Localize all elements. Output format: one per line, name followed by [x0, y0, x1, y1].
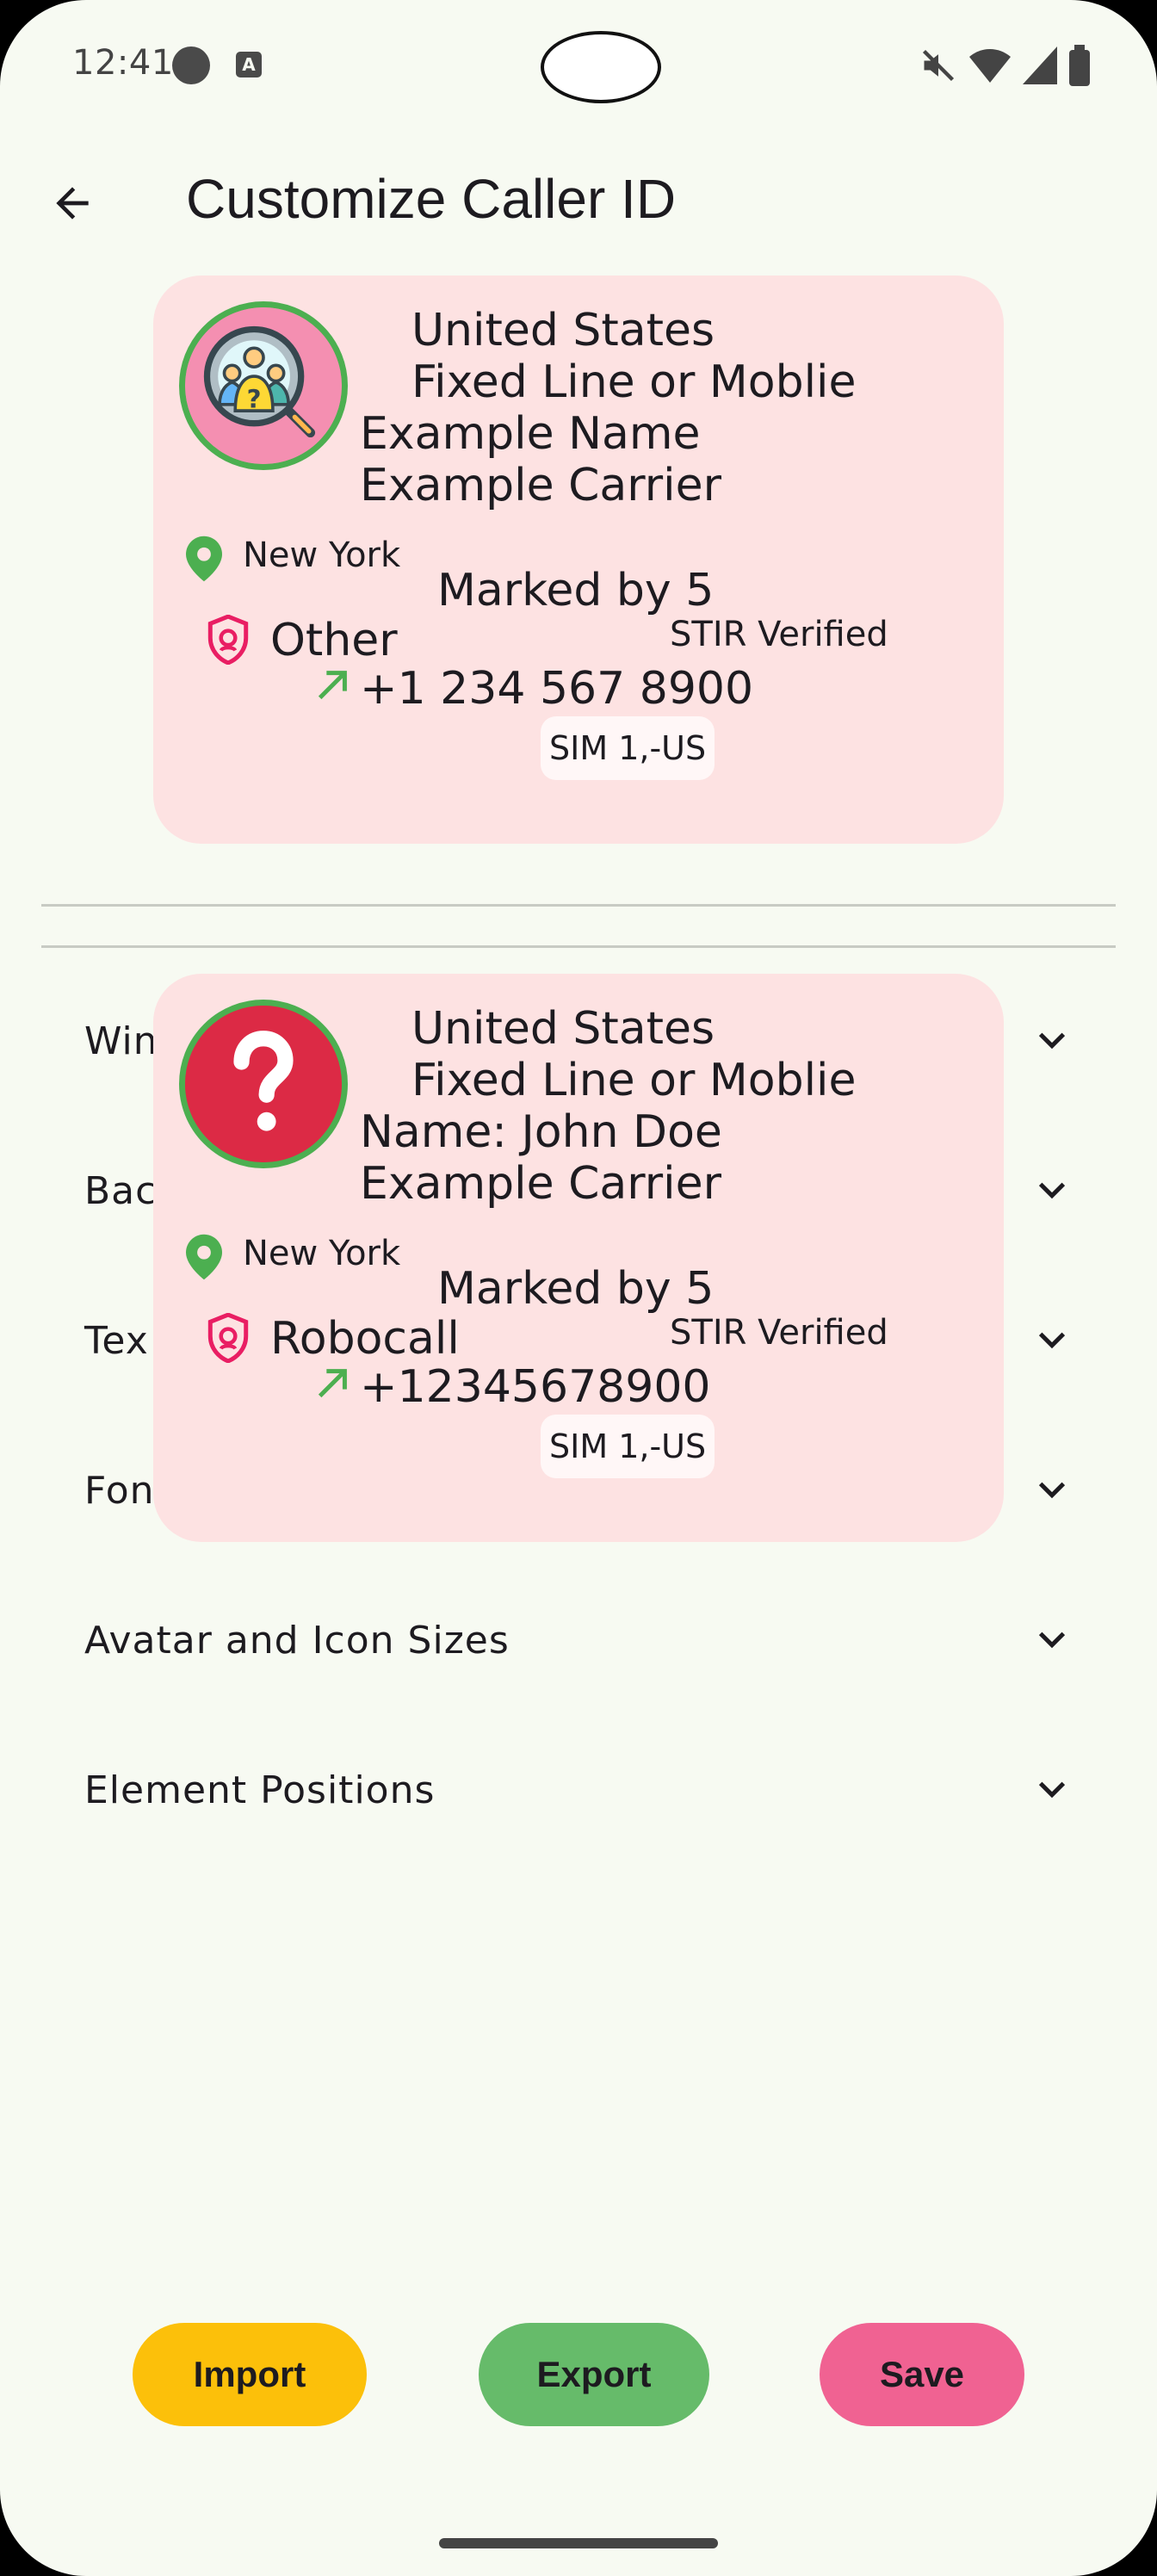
import-button[interactable]: Import — [133, 2323, 367, 2426]
phone-number: +1 234 567 8900 — [360, 663, 754, 715]
mute-icon — [922, 49, 955, 82]
caller-line-type: Fixed Line or Moblie — [411, 1055, 857, 1106]
caller-name: Name: John Doe — [360, 1106, 722, 1158]
status-time: 12:41 — [72, 43, 174, 83]
caller-name: Example Name — [360, 408, 701, 460]
wifi-icon — [969, 49, 1011, 83]
settings-row-label: Tex — [84, 1319, 149, 1363]
divider-top — [41, 904, 1116, 907]
divider-bottom — [41, 945, 1116, 948]
camera-cutout — [541, 31, 661, 103]
shield-icon — [207, 1313, 249, 1363]
sim-chip: SIM 1,-US — [541, 1415, 715, 1478]
chevron-down-icon — [1038, 1482, 1066, 1499]
settings-row-label: Element Positions — [84, 1768, 436, 1812]
caller-category: Robocall — [270, 1313, 460, 1365]
caller-avatar: ? — [179, 301, 348, 470]
caller-location: New York — [243, 536, 401, 575]
settings-row-element-positions[interactable]: Element Positions — [41, 1737, 1116, 1841]
notification-dot-icon — [172, 46, 210, 84]
caller-search-icon: ? — [185, 307, 342, 464]
caller-id-preview-card: ? United States Fixed Line or Moblie Exa… — [153, 276, 1004, 844]
back-button[interactable] — [38, 169, 107, 238]
home-indicator[interactable] — [439, 2538, 718, 2548]
shield-icon — [207, 615, 249, 665]
outgoing-call-arrow-icon — [318, 1369, 347, 1398]
phone-number: +12345678900 — [360, 1361, 711, 1413]
status-icons — [919, 41, 1090, 90]
settings-row-avatar-icon-sizes[interactable]: Avatar and Icon Sizes — [41, 1588, 1116, 1691]
settings-row-label: Win — [84, 1019, 158, 1063]
outgoing-call-arrow-icon — [318, 671, 347, 700]
save-button[interactable]: Save — [820, 2323, 1024, 2426]
caller-id-overlay-card[interactable]: United States Fixed Line or Moblie Name:… — [153, 974, 1004, 1542]
signal-icon — [1023, 46, 1057, 84]
settings-row-label: Bac — [84, 1169, 158, 1213]
settings-row-label: Avatar and Icon Sizes — [84, 1619, 510, 1663]
stir-status: STIR Verified — [670, 1313, 888, 1353]
location-pin-icon — [186, 1234, 222, 1280]
chevron-down-icon — [1038, 1781, 1066, 1799]
chevron-down-icon — [1038, 1182, 1066, 1199]
sim-chip: SIM 1,-US — [541, 716, 715, 780]
screen: 12:41 A Customize Caller ID ? United Sta… — [0, 0, 1157, 2576]
location-pin-icon — [186, 536, 222, 582]
marked-by-count: Marked by 5 — [437, 565, 715, 616]
battery-icon — [1069, 45, 1090, 86]
caller-location: New York — [243, 1234, 401, 1273]
chevron-down-icon — [1038, 1632, 1066, 1649]
caller-carrier: Example Carrier — [360, 1158, 721, 1210]
chevron-down-icon — [1038, 1332, 1066, 1349]
caller-carrier: Example Carrier — [360, 460, 721, 511]
caller-avatar — [179, 1000, 348, 1168]
caller-country: United States — [411, 305, 715, 356]
back-arrow-icon — [56, 187, 89, 220]
caller-category: Other — [270, 615, 398, 666]
stir-status: STIR Verified — [670, 615, 888, 654]
marked-by-count: Marked by 5 — [437, 1263, 715, 1315]
app-notification-icon: A — [236, 52, 262, 77]
caller-country: United States — [411, 1003, 715, 1055]
page-title: Customize Caller ID — [186, 168, 677, 230]
svg-text:?: ? — [247, 384, 262, 413]
export-button[interactable]: Export — [479, 2323, 709, 2426]
chevron-down-icon — [1038, 1032, 1066, 1050]
status-bar: 12:41 A — [0, 0, 1157, 129]
caller-line-type: Fixed Line or Moblie — [411, 356, 857, 408]
question-mark-icon — [185, 1006, 342, 1162]
settings-row-label: Fon — [84, 1469, 155, 1513]
